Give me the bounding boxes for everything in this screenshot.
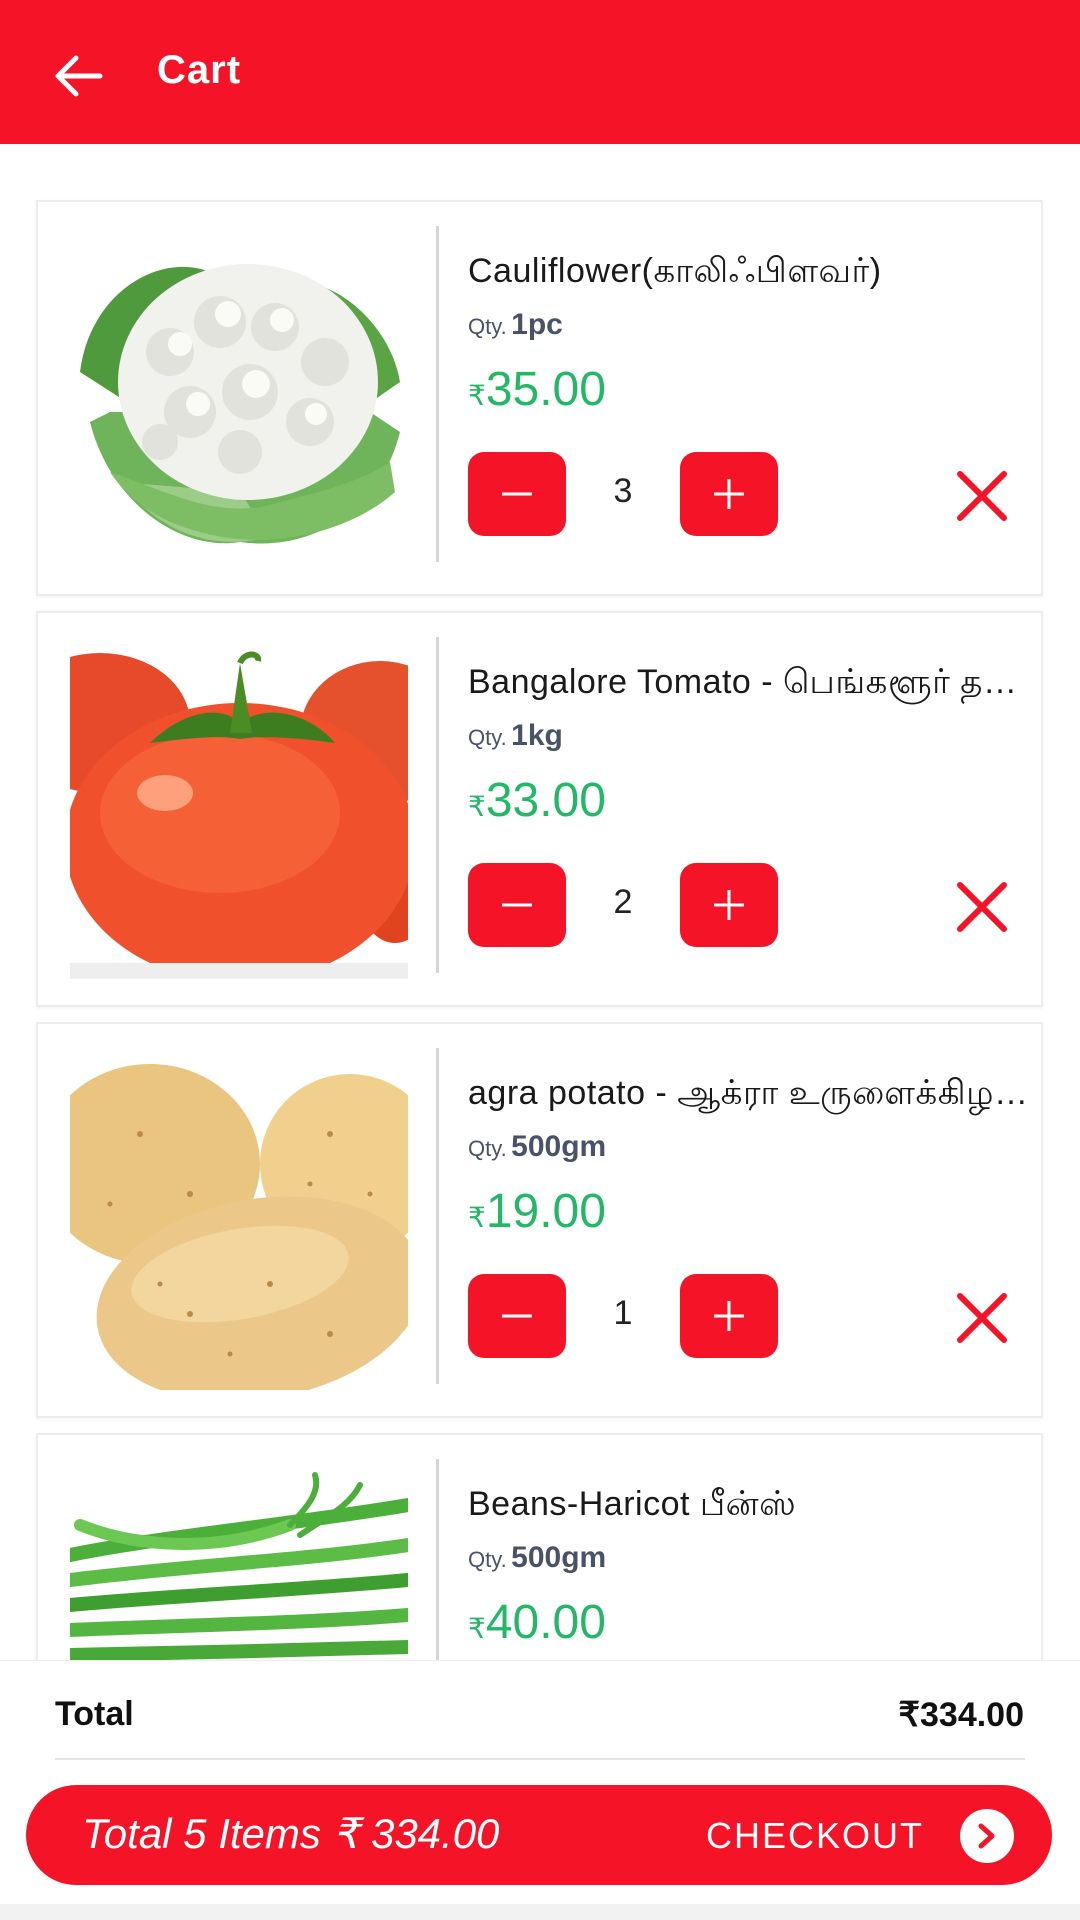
minus-icon: [502, 903, 532, 907]
cart-item-card: Bangalore Tomato - பெங்களூர் தக்காளி Qty…: [36, 611, 1043, 1007]
remove-item-icon[interactable]: [956, 1292, 1008, 1344]
cart-item-card: Cauliflower(காலிஃபிளவர்) Qty. 1pc ₹35.00…: [36, 200, 1043, 596]
product-name: Bangalore Tomato - பெங்களூர் தக்காளி: [468, 663, 1028, 701]
product-price: ₹40.00: [468, 1596, 606, 1649]
minus-icon: [502, 492, 532, 496]
increase-qty-button[interactable]: [680, 1274, 778, 1358]
checkout-label: CHECKOUT: [706, 1815, 925, 1856]
checkout-button[interactable]: Total 5 Items ₹ 334.00 CHECKOUT: [26, 1785, 1052, 1885]
plus-icon: [714, 479, 744, 509]
product-qty: Qty. 500gm: [468, 1541, 607, 1574]
product-image-tomato: [70, 643, 408, 979]
product-image-beans: [70, 1465, 408, 1660]
product-qty: Qty. 1kg: [468, 719, 563, 752]
card-divider: [436, 226, 439, 562]
chevron-right-icon: [960, 1809, 1014, 1863]
cart-item-list[interactable]: Cauliflower(காலிஃபிளவர்) Qty. 1pc ₹35.00…: [0, 144, 1080, 1660]
app-bar: Cart: [0, 0, 1080, 144]
product-image-cauliflower: [70, 232, 408, 568]
cart-summary-panel: Total ₹334.00 Total 5 Items ₹ 334.00 CHE…: [0, 1660, 1080, 1920]
product-name: Cauliflower(காலிஃபிளவர்): [468, 252, 882, 290]
item-count: 1: [613, 1294, 633, 1332]
product-name: Beans-Haricot பீன்ஸ்: [468, 1485, 797, 1523]
remove-item-icon[interactable]: [956, 881, 1008, 933]
card-divider: [436, 1048, 439, 1384]
product-name: agra potato - ஆக்ரா உருளைக்கிழங்கு: [468, 1074, 1028, 1112]
item-count: 2: [613, 883, 633, 921]
product-price: ₹19.00: [468, 1185, 606, 1238]
increase-qty-button[interactable]: [680, 863, 778, 947]
checkout-summary: Total 5 Items ₹ 334.00: [82, 1810, 500, 1857]
card-divider: [436, 637, 439, 973]
total-label: Total: [55, 1695, 134, 1733]
item-count: 3: [613, 472, 633, 510]
total-value: ₹334.00: [898, 1696, 1024, 1734]
product-qty: Qty. 500gm: [468, 1130, 607, 1163]
minus-icon: [502, 1314, 532, 1318]
increase-qty-button[interactable]: [680, 452, 778, 536]
decrease-qty-button[interactable]: [468, 863, 566, 947]
page-title: Cart: [157, 48, 242, 92]
product-price: ₹35.00: [468, 363, 606, 416]
cart-item-card: Beans-Haricot பீன்ஸ் Qty. 500gm ₹40.00: [36, 1433, 1043, 1660]
decrease-qty-button[interactable]: [468, 1274, 566, 1358]
back-arrow-icon[interactable]: [50, 52, 106, 100]
summary-divider: [55, 1758, 1025, 1760]
card-divider: [436, 1459, 439, 1660]
bottom-strip: [0, 1904, 1080, 1920]
plus-icon: [714, 1301, 744, 1331]
decrease-qty-button[interactable]: [468, 452, 566, 536]
cart-item-card: agra potato - ஆக்ரா உருளைக்கிழங்கு Qty. …: [36, 1022, 1043, 1418]
plus-icon: [714, 890, 744, 920]
product-price: ₹33.00: [468, 774, 606, 827]
product-qty: Qty. 1pc: [468, 308, 563, 341]
remove-item-icon[interactable]: [956, 470, 1008, 522]
product-image-potato: [70, 1054, 408, 1390]
